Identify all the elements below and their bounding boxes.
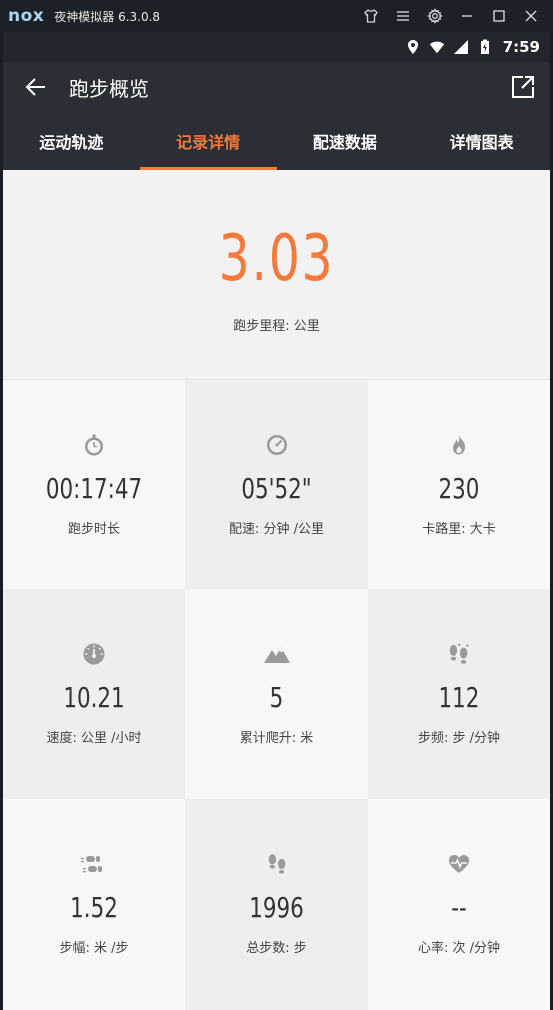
stat-label: 配速: 分钟 /公里 xyxy=(228,522,325,537)
stat-label: 累计爬升: 米 xyxy=(239,731,314,746)
emulator-title: 夜神模拟器 6.3.0.8 xyxy=(54,9,161,24)
stat-value: 00:17:47 xyxy=(45,472,143,505)
stat-stride: 1.52 步幅: 米 /步 xyxy=(3,799,185,1010)
stat-value: 112 xyxy=(438,681,480,714)
distance-summary: 3.03 跑步里程: 公里 xyxy=(3,170,550,380)
footprints-icon xyxy=(368,641,550,667)
stat-value: 1.52 xyxy=(70,891,118,924)
stat-label: 总步数: 步 xyxy=(246,941,307,956)
tab-bar: 运动轨迹 记录详情 配速数据 详情图表 xyxy=(3,112,550,170)
maximize-icon[interactable] xyxy=(483,0,515,32)
distance-value: 3.03 xyxy=(218,222,335,296)
minimize-icon[interactable] xyxy=(451,0,483,32)
share-external-icon[interactable] xyxy=(510,74,536,100)
stat-value: -- xyxy=(451,891,467,924)
app-header: 跑步概览 xyxy=(3,62,550,112)
location-icon xyxy=(405,39,421,55)
status-bar: 7:59 xyxy=(3,32,550,62)
back-arrow-icon[interactable] xyxy=(11,62,61,112)
battery-charging-icon xyxy=(477,39,493,55)
stat-heart-rate: -- 心率: 次 /分钟 xyxy=(368,799,550,1010)
stat-label: 心率: 次 /分钟 xyxy=(417,941,501,956)
signal-icon xyxy=(453,39,469,55)
settings-gear-icon[interactable] xyxy=(419,0,451,32)
record-details-panel: 3.03 跑步里程: 公里 00:17:47 跑步时长 05'52" 配速: 分… xyxy=(3,170,550,1010)
skin-icon[interactable] xyxy=(355,0,387,32)
wifi-icon xyxy=(429,39,445,55)
stat-value: 05'52" xyxy=(241,472,312,505)
emulator-logo: nox xyxy=(8,6,45,26)
tab-record-details[interactable]: 记录详情 xyxy=(139,112,277,170)
status-time: 7:59 xyxy=(502,38,540,56)
stat-pace: 05'52" 配速: 分钟 /公里 xyxy=(185,380,368,589)
stat-total-steps: 1996 总步数: 步 xyxy=(185,799,368,1010)
tab-track[interactable]: 运动轨迹 xyxy=(3,112,140,170)
page-title: 跑步概览 xyxy=(69,76,149,101)
stats-grid: 00:17:47 跑步时长 05'52" 配速: 分钟 /公里 230 卡路里:… xyxy=(3,380,550,1010)
stat-label: 速度: 公里 /小时 xyxy=(46,731,142,746)
emulator-title-bar: nox 夜神模拟器 6.3.0.8 xyxy=(0,0,553,32)
flame-icon xyxy=(368,432,550,458)
stopwatch-icon xyxy=(3,432,185,458)
tab-detail-charts[interactable]: 详情图表 xyxy=(413,112,550,170)
menu-icon[interactable] xyxy=(387,0,419,32)
pace-gauge-icon xyxy=(185,432,368,458)
tab-pace-data[interactable]: 配速数据 xyxy=(277,112,414,170)
stat-value: 230 xyxy=(438,472,480,505)
stat-label: 卡路里: 大卡 xyxy=(422,522,496,537)
speedometer-icon xyxy=(3,641,185,667)
stat-value: 1996 xyxy=(249,891,304,924)
stat-label: 步幅: 米 /步 xyxy=(59,941,129,956)
footsteps-icon xyxy=(185,851,368,877)
stat-label: 跑步时长 xyxy=(67,522,120,537)
stat-duration: 00:17:47 跑步时长 xyxy=(3,380,185,589)
stat-speed: 10.21 速度: 公里 /小时 xyxy=(3,589,185,799)
close-icon[interactable] xyxy=(515,0,547,32)
stat-cadence: 112 步频: 步 /分钟 xyxy=(368,589,550,799)
stat-value: 10.21 xyxy=(63,681,125,714)
stat-calories: 230 卡路里: 大卡 xyxy=(368,380,550,589)
stat-elevation: 5 累计爬升: 米 xyxy=(185,589,368,799)
stat-label: 步频: 步 /分钟 xyxy=(417,731,501,746)
stat-value: 5 xyxy=(269,681,284,714)
distance-label: 跑步里程: 公里 xyxy=(233,319,320,334)
heart-rate-icon xyxy=(368,851,550,877)
mountain-icon xyxy=(185,641,368,667)
emulator-window-controls xyxy=(355,0,547,32)
stride-icon xyxy=(3,851,185,877)
